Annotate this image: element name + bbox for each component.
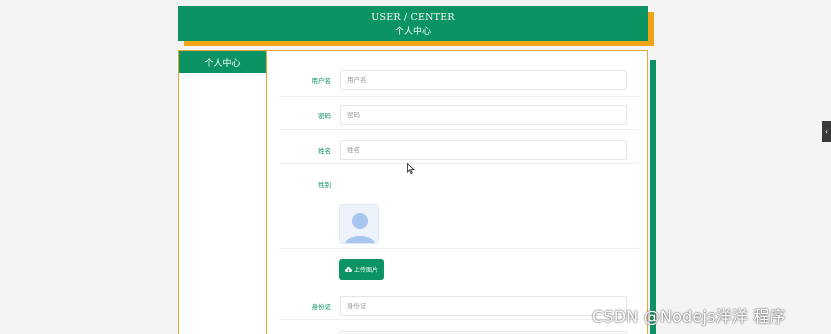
- chevron-left-icon: ‹: [824, 127, 829, 136]
- sidebar: 个人中心: [179, 51, 267, 334]
- name-input[interactable]: [340, 140, 627, 160]
- username-input[interactable]: [340, 70, 627, 90]
- password-input[interactable]: [340, 105, 627, 125]
- side-panel-toggle[interactable]: ‹: [822, 121, 831, 142]
- password-row: 密码: [279, 99, 639, 130]
- user-avatar-icon: [340, 205, 378, 243]
- page-header: USER / CENTER 个人中心: [178, 6, 648, 41]
- mouse-cursor-icon: [407, 163, 415, 174]
- id-card-row: 身份证: [279, 289, 639, 320]
- sidebar-item-label: 个人中心: [204, 58, 241, 69]
- user-center-card: 个人中心 用户名 密码 姓名 性别 身份证: [178, 50, 648, 334]
- upload-row: [279, 251, 639, 287]
- watermark-text: CSDN @Nodejs洋洋 程序: [592, 307, 786, 326]
- gender-row: 性别: [279, 167, 639, 249]
- header-title-en: USER / CENTER: [371, 12, 455, 23]
- name-label: 姓名: [318, 147, 331, 155]
- username-label: 用户名: [311, 77, 332, 85]
- password-label: 密码: [318, 112, 331, 120]
- id-card-input[interactable]: [340, 296, 627, 316]
- upload-button-label: 上传图片: [353, 267, 378, 274]
- gender-label: 性别: [318, 181, 331, 189]
- upload-image-button[interactable]: 上传图片: [339, 259, 384, 280]
- id-card-label: 身份证: [311, 303, 332, 311]
- card-shadow: [650, 60, 656, 334]
- username-row: 用户名: [279, 66, 639, 97]
- cloud-upload-icon: [344, 266, 352, 272]
- avatar[interactable]: [339, 204, 379, 244]
- name-row: 姓名: [279, 133, 639, 164]
- next-row: [279, 324, 639, 334]
- sidebar-item-user-center[interactable]: 个人中心: [179, 51, 266, 73]
- header-title-zh: 个人中心: [394, 27, 431, 37]
